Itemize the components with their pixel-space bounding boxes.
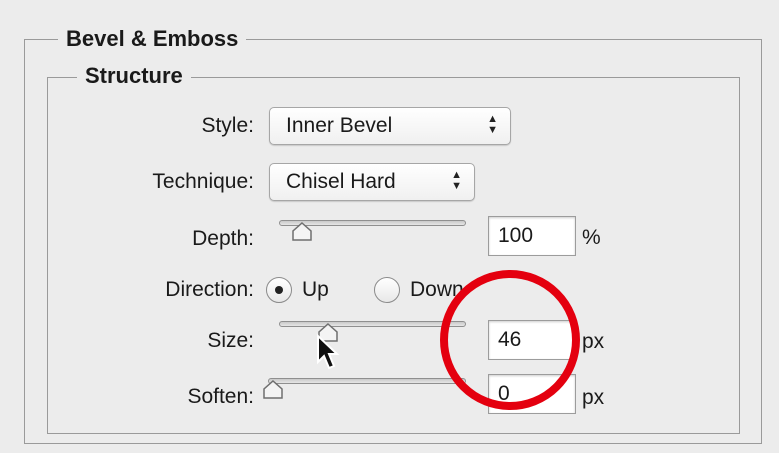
technique-label: Technique:	[152, 170, 254, 193]
depth-slider-thumb-icon[interactable]	[291, 222, 313, 242]
direction-up-label[interactable]: Up	[302, 277, 329, 303]
direction-up-radio[interactable]	[266, 277, 292, 303]
direction-down-radio[interactable]	[374, 277, 400, 303]
depth-input[interactable]: 100	[488, 216, 576, 256]
depth-label: Depth:	[192, 227, 254, 250]
style-select[interactable]: Inner Bevel ▲ ▼	[269, 107, 511, 145]
style-label: Style:	[201, 114, 254, 137]
soften-slider-thumb-icon[interactable]	[262, 380, 284, 400]
updown-arrows-icon: ▲ ▼	[451, 169, 462, 192]
size-label: Size:	[207, 329, 254, 352]
soften-label: Soften:	[187, 385, 254, 408]
technique-select[interactable]: Chisel Hard ▲ ▼	[269, 163, 475, 201]
annotation-circle	[440, 270, 580, 410]
section-title: Structure	[77, 63, 191, 89]
size-slider-track[interactable]	[279, 321, 466, 327]
soften-slider-track[interactable]	[268, 378, 466, 384]
technique-select-value: Chisel Hard	[286, 170, 396, 193]
depth-unit: %	[582, 226, 601, 249]
group-title: Bevel & Emboss	[58, 26, 247, 52]
direction-label: Direction:	[165, 278, 254, 301]
style-select-value: Inner Bevel	[286, 114, 393, 137]
radio-selected-dot	[275, 286, 283, 294]
size-unit: px	[582, 330, 605, 353]
mouse-pointer-icon	[317, 334, 340, 370]
soften-unit: px	[582, 386, 605, 409]
updown-arrows-icon: ▲ ▼	[487, 113, 498, 136]
